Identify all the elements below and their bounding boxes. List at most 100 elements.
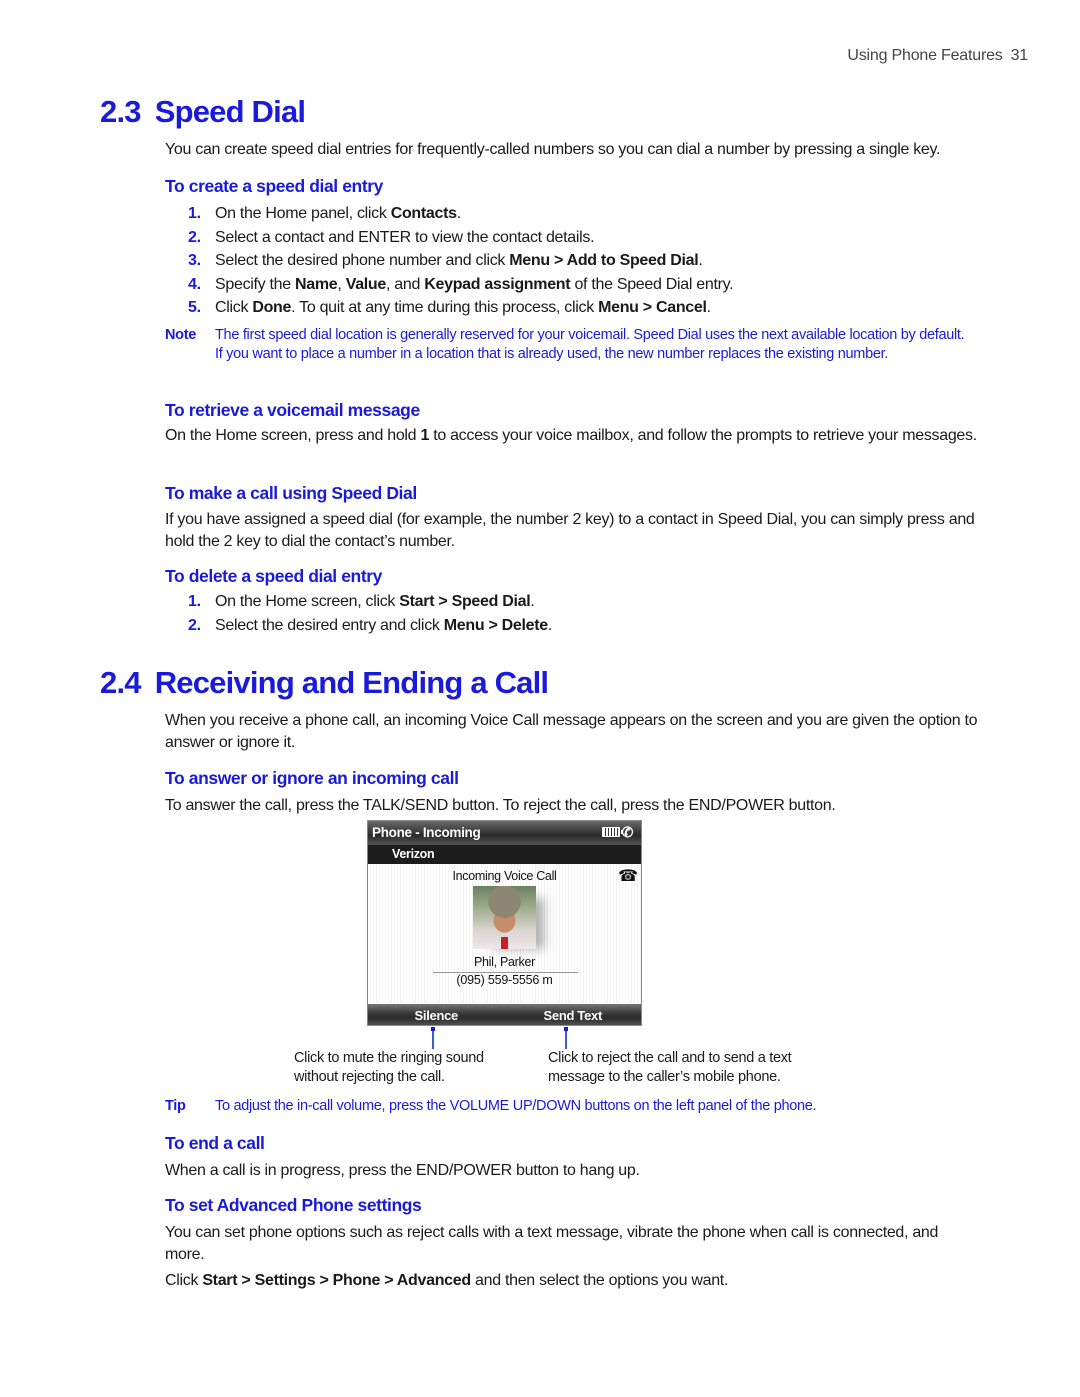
make-call-text: If you have assigned a speed dial (for e… [165, 511, 975, 550]
bold-term: Name [295, 275, 338, 293]
callout-line: Click to mute the ringing sound [294, 1050, 484, 1066]
note-text: The first speed dial location is general… [215, 327, 965, 362]
bold-term: Menu > Add to Speed Dial [509, 252, 699, 269]
contact-number: (095) 559-5556 m [456, 973, 553, 987]
list-item: 5. Click Done. To quit at any time during… [188, 296, 733, 320]
bold-term: Keypad assignment [424, 275, 571, 293]
text-run: Select the desired phone number and clic… [215, 252, 510, 269]
send-text-softkey[interactable]: Send Text [505, 1004, 642, 1025]
silence-softkey[interactable]: Silence [368, 1004, 505, 1025]
note-callout: Note The first speed dial location is ge… [165, 326, 965, 364]
section-number: 2.3 [100, 94, 141, 129]
text-run: Select the desired entry and click [215, 616, 444, 634]
text-run: On the Home screen, press and hold [165, 427, 421, 444]
incoming-voice-call-label: Incoming Voice Call [452, 869, 557, 883]
list-item: 4. Specify the Name, Value, and Keypad as… [188, 273, 734, 297]
text-run: . [547, 616, 553, 634]
callout-send-text: Click to reject the call and to send a t… [548, 1049, 792, 1087]
text-run: On the Home screen, click [215, 593, 400, 610]
section-heading-speed-dial: 2.3 Speed Dial [100, 94, 306, 130]
bold-term: Value [345, 275, 387, 293]
tip-text: To adjust the in-call volume, press the … [215, 1098, 817, 1114]
phone-body: Incoming Voice Call ☎ Phil, Parker (095)… [368, 864, 641, 1004]
list-item: 1. On the Home screen, click Start > Spee… [188, 590, 552, 614]
receiving-intro: When you receive a phone call, an incomi… [165, 712, 978, 751]
contact-photo [473, 886, 536, 949]
list-item: 2. Select the desired entry and click Men… [188, 614, 552, 638]
text-run: Click [165, 1272, 203, 1289]
callout-line: message to the caller’s mobile phone. [548, 1069, 781, 1085]
callout-pointer-left [431, 1027, 435, 1049]
chapter-title: Using Phone Features [847, 47, 1003, 64]
phone-incoming-screenshot: Phone - Incoming ✆ Verizon Incoming Voic… [367, 820, 642, 1026]
callout-pointer-right [564, 1027, 568, 1049]
subheading-create-speed-dial: To create a speed dial entry [165, 176, 384, 196]
text-run: , and [386, 275, 425, 293]
answer-text: To answer the call, press the TALK/SEND … [165, 797, 836, 814]
text-run: of the Speed Dial entry. [570, 275, 734, 293]
end-call-text: When a call is in progress, press the EN… [165, 1162, 640, 1179]
section-number: 2.4 [100, 665, 141, 700]
delete-steps-list: 1. On the Home screen, click Start > Spee… [188, 590, 552, 637]
text-run: . [456, 205, 461, 222]
page-number: 31 [1010, 47, 1029, 64]
subheading-delete-speed-dial: To delete a speed dial entry [165, 566, 383, 586]
note-label: Note [165, 327, 197, 343]
phone-title-bar: Phone - Incoming ✆ [368, 821, 641, 845]
step-number: 1. [188, 205, 201, 222]
text-run: , [337, 275, 346, 293]
step-number: 2. [188, 228, 201, 246]
text-run: . To quit at any time during this proces… [291, 299, 599, 316]
list-item: 3. Select the desired phone number and cl… [188, 249, 733, 273]
tip-callout: Tip To adjust the in-call volume, press … [165, 1097, 965, 1116]
subheading-make-call-speed-dial: To make a call using Speed Dial [165, 483, 417, 503]
advanced-text: You can set phone options such as reject… [165, 1224, 939, 1263]
subheading-answer-ignore: To answer or ignore an incoming call [165, 768, 459, 788]
section-title: Receiving and Ending a Call [154, 665, 549, 700]
bold-term: Contacts [390, 205, 457, 222]
phone-carrier: Verizon [368, 845, 641, 864]
step-number: 4. [188, 275, 201, 293]
callout-line: without rejecting the call. [294, 1069, 445, 1085]
status-icons: ✆ [601, 824, 634, 840]
text-run: Select a contact and ENTER to view the c… [215, 228, 595, 246]
battery-icon [601, 827, 623, 837]
step-number: 1. [188, 593, 201, 610]
bold-term: 1 [420, 427, 430, 444]
bold-term: Menu > Delete [443, 616, 548, 634]
step-number: 2. [188, 616, 201, 634]
bold-term: Done [252, 299, 292, 316]
text-run: and then select the options you want. [470, 1272, 729, 1289]
text-run: . [698, 252, 703, 269]
text-run: Click [215, 299, 253, 316]
bold-term: Start > Speed Dial [399, 593, 531, 610]
callout-silence: Click to mute the ringing sound without … [294, 1049, 484, 1087]
bold-term: Start > Settings > Phone > Advanced [202, 1272, 471, 1289]
text-run: . [530, 593, 535, 610]
subheading-advanced-settings: To set Advanced Phone settings [165, 1195, 422, 1215]
advanced-instructions: Click Start > Settings > Phone > Advance… [165, 1270, 980, 1292]
section-heading-receiving-call: 2.4 Receiving and Ending a Call [100, 665, 549, 701]
list-item: 2. Select a contact and ENTER to view the… [188, 226, 733, 250]
subheading-retrieve-voicemail: To retrieve a voicemail message [165, 400, 420, 420]
text-run: to access your voice mailbox, and follow… [429, 427, 977, 444]
subheading-end-call: To end a call [165, 1133, 265, 1153]
step-number: 5. [188, 299, 201, 316]
list-item: 1. On the Home panel, click Contacts. [188, 202, 733, 226]
tip-label: Tip [165, 1098, 186, 1114]
create-steps-list: 1. On the Home panel, click Contacts. 2. Se… [188, 202, 734, 320]
running-header: Using Phone Features 31 [847, 47, 1028, 65]
contact-name: Phil, Parker [473, 955, 535, 969]
callout-line: Click to reject the call and to send a t… [548, 1050, 792, 1066]
text-run: . [706, 299, 711, 316]
section-title: Speed Dial [154, 94, 306, 129]
phone-handset-icon: ✆ [621, 824, 634, 840]
incoming-call-icon: ☎ [618, 868, 638, 885]
voicemail-text: On the Home screen, press and hold 1 to … [165, 425, 980, 447]
speed-dial-intro: You can create speed dial entries for fr… [165, 141, 941, 158]
step-number: 3. [188, 252, 201, 269]
bold-term: Menu > Cancel [598, 299, 707, 316]
softkey-bar: Silence Send Text [368, 1004, 642, 1025]
text-run: Specify the [215, 275, 296, 293]
phone-title: Phone - Incoming [372, 825, 481, 840]
